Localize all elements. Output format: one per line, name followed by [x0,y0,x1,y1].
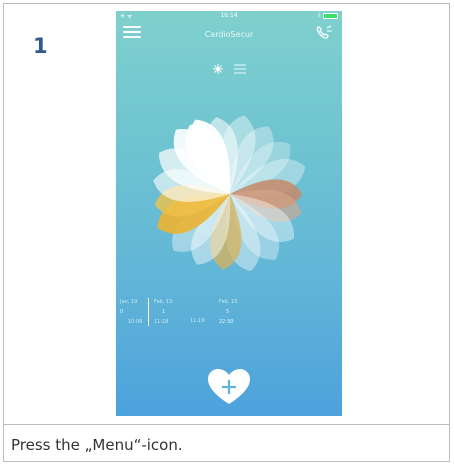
timeline-entry: 11:19 [190,318,205,324]
list-view-icon[interactable] [234,63,246,75]
instruction-caption: Press the „Menu“-icon. [11,436,183,454]
timeline-separator [148,298,149,326]
caption-divider [3,424,450,425]
status-bar: ✈ ᯤ 16:14 ᛒ [116,12,342,22]
view-toggle[interactable] [212,63,252,77]
timeline-entry: Jan. 19 0 10:06 [120,299,143,325]
app-title: CardioSecur [204,30,254,39]
battery-icon: ᛒ [317,12,338,19]
phone-screenshot: ✈ ᯤ 16:14 ᛒ CardioSecur Jan. 19 0 10:06 [116,11,342,416]
step-number: 1 [33,34,48,58]
measurement-flower-chart [153,115,306,272]
add-measurement-heart-button[interactable] [207,368,251,406]
status-time: 16:14 [220,12,238,19]
flower-view-icon[interactable] [212,63,224,75]
phone-icon[interactable] [315,25,333,41]
timeline-entry: Feb. 15 5 22:30 [219,299,238,325]
timeline-entry: Feb. 15 1 11:18 [154,299,173,325]
